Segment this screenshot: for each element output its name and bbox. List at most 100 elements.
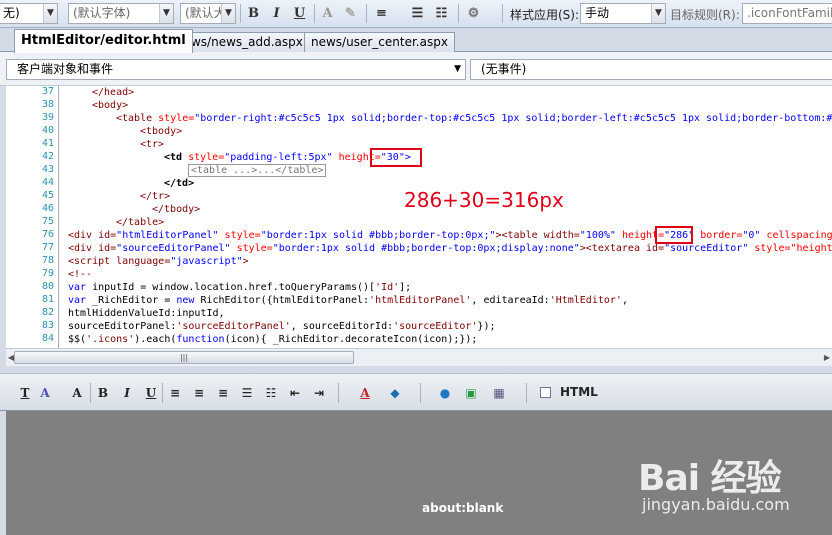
table-icon[interactable]: ▦ (490, 384, 508, 402)
outdent-icon[interactable]: ⇤ (286, 384, 304, 402)
code-token: "sourceEditor" (664, 243, 749, 254)
line-number: 81 (41, 294, 54, 305)
line-number: 75 (41, 216, 54, 227)
numbered-list-icon[interactable]: ☷ (432, 4, 451, 23)
bold-button[interactable]: B (244, 4, 263, 23)
target-rule-select[interactable]: .iconFontFamily (742, 3, 832, 24)
watermark-logo: Bai 经验 (638, 458, 782, 499)
editor-window: 无) ▼ (默认字体) ▼ (默认大 ▼ B I U A ✎ ≡ ☰ ☷ ⚙ 样式应用… (0, 0, 832, 535)
underline-button[interactable]: U (290, 4, 309, 23)
collapsed-region[interactable]: <table ...>...</table> (188, 164, 327, 177)
style-apply-select[interactable]: 手动 ▼ (580, 3, 666, 24)
line-number: 39 (41, 112, 54, 123)
code-token: </tr> (140, 191, 171, 202)
code-token: <tbody> (140, 126, 183, 137)
target-rule-label: 目标规则(R): (670, 8, 740, 22)
bullet-list-icon[interactable]: ☰ (408, 4, 427, 23)
numbered-list-icon[interactable]: ☰ (238, 384, 256, 402)
bullet-list-icon[interactable]: ☷ (262, 384, 280, 402)
code-token: 'sourceEditorPanel' (176, 321, 291, 332)
line-number-gutter: 37 38 39 40 41 42 43 44 45 46 75 76 77 7… (6, 86, 56, 348)
code-token: border= (694, 230, 743, 241)
code-token: "padding-left:5px" (224, 152, 333, 163)
code-token: <div id= (68, 230, 117, 241)
code-token: '.icons' (86, 334, 135, 345)
code-token: <div id= (68, 243, 117, 254)
indent-icon[interactable]: ⇥ (310, 384, 328, 402)
format-text-icon[interactable]: T (16, 384, 34, 402)
bold-icon[interactable]: B (94, 384, 112, 402)
event-select[interactable]: (无事件) (470, 59, 832, 80)
separator (240, 4, 241, 23)
code-token: var (68, 282, 87, 293)
code-token: style= (218, 230, 261, 241)
code-token: <!-- (68, 269, 93, 280)
font-size-icon[interactable]: A (68, 384, 86, 402)
scrollbar-thumb[interactable]: ||| (14, 351, 354, 364)
line-number: 44 (41, 177, 54, 188)
line-number: 83 (41, 320, 54, 331)
code-editor[interactable]: 37 38 39 40 41 42 43 44 45 46 75 76 77 7… (0, 86, 832, 348)
image-icon[interactable]: ▣ (462, 384, 480, 402)
code-line-44: </td> (62, 177, 194, 190)
event-value: (无事件) (481, 62, 527, 76)
italic-icon[interactable]: I (118, 384, 136, 402)
line-number: 40 (41, 125, 54, 136)
chevron-down-icon: ▼ (43, 4, 57, 23)
code-token: style= (230, 243, 273, 254)
font-size-value: (默认大 (185, 6, 226, 20)
code-line-76: <div id="htmlEditorPanel" style="border:… (62, 229, 832, 242)
code-token: style="height: (748, 243, 832, 254)
code-token: ]; (399, 282, 412, 293)
font-family-value: (默认字体) (73, 6, 131, 20)
partial-select-value: 无) (3, 6, 20, 20)
align-center-icon[interactable]: ≡ (190, 384, 208, 402)
code-line-42: <td style="padding-left:5px" height="30"… (62, 151, 411, 164)
font-size-select[interactable]: (默认大 ▼ (180, 3, 236, 24)
font-style-icon[interactable]: A (36, 384, 54, 402)
code-line-46: </tbody> (62, 203, 200, 216)
client-object-select[interactable]: 客户端对象和事件 ▼ (6, 59, 466, 80)
tab-editor-html[interactable]: HtmlEditor/editor.html (14, 29, 193, 53)
code-token: <body> (92, 100, 129, 111)
horizontal-scrollbar[interactable]: ◀ ||| ▶ (6, 348, 832, 366)
settings-icon[interactable]: ⚙ (464, 4, 483, 23)
align-right-icon[interactable]: ≡ (214, 384, 232, 402)
code-line-45: </tr> (62, 190, 170, 203)
html-mode-checkbox[interactable] (540, 387, 551, 398)
design-preview[interactable]: about:blank Bai 经验 jingyan.baidu.com (6, 411, 832, 535)
code-token: sourceEditorPanel: (68, 321, 177, 332)
partial-select[interactable]: 无) ▼ (0, 3, 58, 24)
code-line-40: <tbody> (62, 125, 182, 138)
font-color-icon[interactable]: A (356, 384, 374, 402)
code-token: "htmlEditorPanel" (116, 230, 219, 241)
code-token: ><textarea id= (579, 243, 665, 254)
code-token: , sourceEditorId: (290, 321, 394, 332)
code-token: </td> (164, 178, 195, 189)
preview-url: about:blank (422, 501, 504, 515)
scroll-right-icon[interactable]: ▶ (822, 351, 832, 364)
code-token: "border-right:#c5c5c5 1px solid;border-t… (194, 113, 832, 124)
chevron-down-icon: ▼ (651, 4, 665, 23)
code-line-43: <table ...>...</table> (62, 164, 327, 177)
highlight-icon[interactable]: ✎ (341, 4, 360, 23)
font-color-button[interactable]: A (318, 4, 337, 23)
code-line-77: <div id="sourceEditorPanel" style="borde… (62, 242, 832, 255)
italic-button[interactable]: I (267, 4, 286, 23)
font-family-select[interactable]: (默认字体) ▼ (68, 3, 174, 24)
code-token: function (176, 334, 225, 345)
code-token: $$( (68, 334, 87, 345)
style-apply-value: 手动 (585, 6, 610, 20)
link-globe-icon[interactable]: ● (436, 384, 454, 402)
line-number: 82 (41, 307, 54, 318)
paint-bucket-icon[interactable]: ◆ (386, 384, 404, 402)
highlight-box-286 (655, 226, 693, 244)
align-left-icon[interactable]: ≡ (166, 384, 184, 402)
design-toolbar: T A A B I U ≡ ≡ ≡ ☰ ☷ ⇤ ⇥ A ◆ ● ▣ ▦ HTML (0, 373, 832, 411)
line-number: 77 (41, 242, 54, 253)
code-token: , editareaId: (471, 295, 550, 306)
code-line-41: <tr> (62, 138, 164, 151)
tab-user-center[interactable]: news/user_center.aspx (304, 32, 455, 52)
underline-icon[interactable]: U (142, 384, 160, 402)
align-icon[interactable]: ≡ (372, 4, 391, 23)
